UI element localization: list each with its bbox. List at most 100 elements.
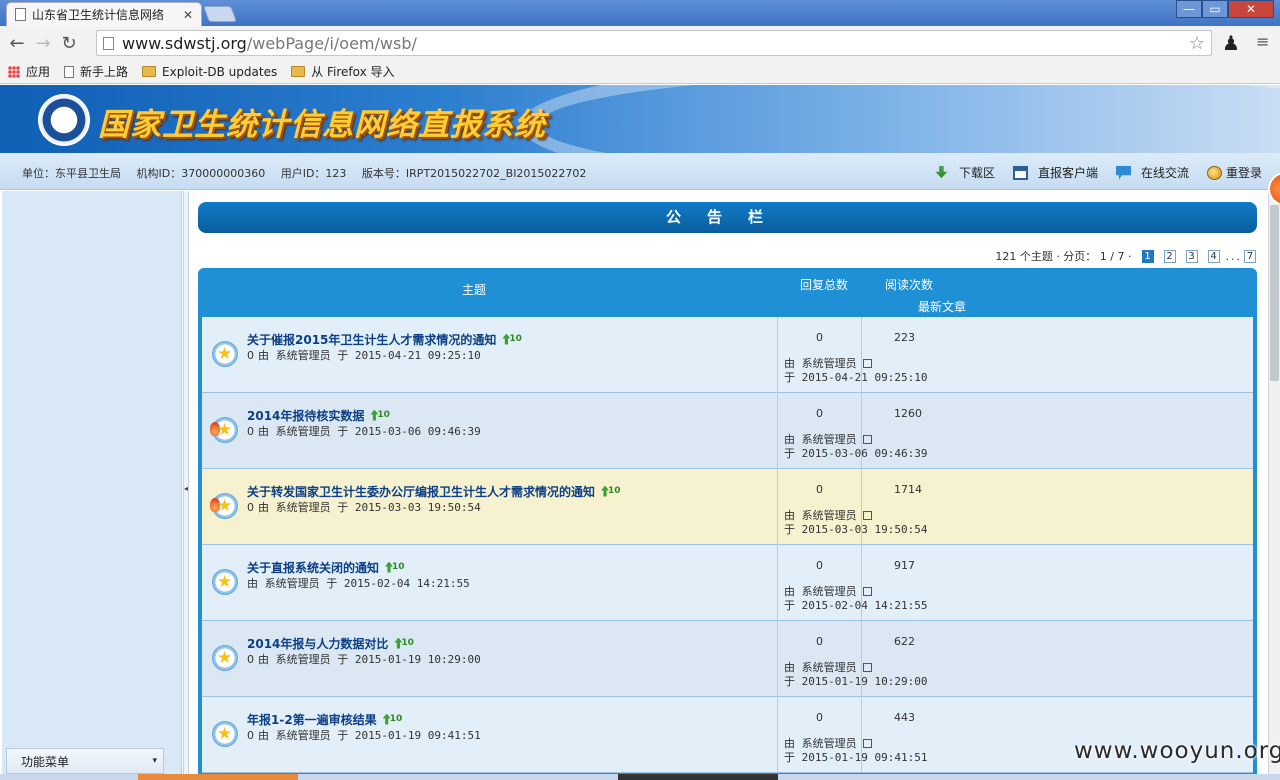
bookmark-firefox-import[interactable]: 从 Firefox 导入	[291, 63, 395, 80]
bookmark-exploit-db[interactable]: Exploit-DB updates	[142, 65, 277, 79]
topic-cell: ★ 年报1-2第一遍审核结果 0 由 系统管理员 于 2015-01-19 09:…	[202, 697, 778, 773]
back-button[interactable]: ←	[4, 33, 30, 54]
latest-author: 由 系统管理员	[784, 661, 857, 674]
pagination: 121 个主题 · 分页： 1 / 7 · 1 2 3 4 ... 7	[995, 248, 1256, 264]
topic-title-link[interactable]: 年报1-2第一遍审核结果	[247, 711, 377, 728]
reply-count: 0	[816, 483, 823, 496]
latest-author: 由 系统管理员	[784, 433, 857, 446]
topic-byline: 由 系统管理员 于 2015-02-04 14:21:55	[247, 575, 470, 591]
attachment-count: 0	[247, 729, 254, 742]
client-link[interactable]: 直报客户端	[1012, 164, 1098, 181]
topic-title-link[interactable]: 2014年报与人力数据对比	[247, 635, 388, 652]
relogin-link[interactable]: 重登录	[1206, 164, 1262, 181]
topic-author-date: 由 系统管理员 于 2015-01-19 09:41:51	[258, 729, 481, 742]
forward-button[interactable]: →	[30, 33, 56, 54]
watermark-text: www.wooyun.org	[1074, 738, 1280, 764]
close-window-button[interactable]: ✕	[1228, 0, 1274, 18]
table-row: ★ 关于直报系统关闭的通知 由 系统管理员 于 2015-02-04 14:21…	[202, 545, 1253, 621]
page-link[interactable]: 2	[1163, 249, 1176, 263]
pager-ellipsis: ...	[1225, 249, 1242, 263]
browser-tab[interactable]: 山东省卫生统计信息网络 ✕	[6, 2, 202, 26]
topic-star-icon: ★	[212, 341, 238, 367]
column-topic: 主题	[462, 283, 487, 297]
window-controls: — ▭ ✕	[1176, 0, 1274, 18]
read-count: 917	[894, 559, 915, 572]
org-id: 机构ID：370000000360	[136, 167, 266, 180]
topic-title-link[interactable]: 关于催报2015年卫生计生人才需求情况的通知	[247, 331, 496, 348]
new-tab-button[interactable]	[203, 6, 237, 22]
topic-byline: 0 由 系统管理员 于 2015-04-21 09:25:10	[247, 347, 481, 363]
goto-latest-icon[interactable]	[862, 587, 872, 596]
goto-latest-icon[interactable]	[862, 511, 872, 520]
goto-latest-icon[interactable]	[862, 663, 872, 672]
header-links: 下载区 直报客户端 在线交流 重登录	[916, 164, 1262, 181]
page-icon	[15, 8, 26, 21]
latest-post: 由 系统管理员于 2015-01-19 10:29:00	[784, 661, 927, 689]
attachment-count: 0	[247, 501, 254, 514]
chat-link[interactable]: 在线交流	[1115, 164, 1189, 181]
address-bar[interactable]: www.sdwstj.org/webPage/i/oem/wsb/ ☆	[96, 30, 1212, 56]
hot-topic-star-icon: ★	[210, 417, 238, 443]
topic-title-line: 年报1-2第一遍审核结果	[247, 711, 402, 728]
topic-title-line: 关于转发国家卫生计生委办公厅编报卫生计生人才需求情况的通知	[247, 483, 621, 500]
hot-topic-star-icon: ★	[210, 493, 238, 519]
sidebar: 功能菜单 ▾	[2, 191, 182, 780]
latest-author: 由 系统管理员	[784, 585, 857, 598]
table-row: ★ 关于转发国家卫生计生委办公厅编报卫生计生人才需求情况的通知 0 由 系统管理员…	[202, 469, 1253, 545]
browser-toolbar: ← → ↻ www.sdwstj.org/webPage/i/oem/wsb/ …	[0, 26, 1280, 60]
topic-title-link[interactable]: 关于转发国家卫生计生委办公厅编报卫生计生人才需求情况的通知	[247, 483, 595, 500]
topic-title-link[interactable]: 关于直报系统关闭的通知	[247, 559, 379, 576]
topic-author-date: 由 系统管理员 于 2015-03-06 09:46:39	[258, 425, 481, 438]
unit-label: 单位：东平县卫生局	[22, 167, 121, 180]
reply-count: 0	[816, 559, 823, 572]
taskbar-item[interactable]	[138, 774, 298, 780]
table-row: ★ 2014年报待核实数据 0 由 系统管理员 于 2015-03-06 09:4…	[202, 393, 1253, 469]
tab-close-icon[interactable]: ✕	[183, 8, 193, 22]
page-link[interactable]: 4	[1207, 249, 1220, 263]
page-link[interactable]: 3	[1185, 249, 1198, 263]
maximize-button[interactable]: ▭	[1202, 0, 1228, 18]
sidebar-splitter[interactable]: ◂	[183, 191, 189, 780]
new-up-arrow-icon	[385, 562, 405, 574]
bookmark-star-icon[interactable]: ☆	[1189, 33, 1205, 54]
topic-title-line: 2014年报待核实数据	[247, 407, 390, 424]
collapse-arrow-icon[interactable]: ◂	[184, 471, 188, 507]
new-up-arrow-icon	[394, 638, 414, 650]
goto-latest-icon[interactable]	[862, 435, 872, 444]
latest-date: 于 2015-04-21 09:25:10	[784, 371, 928, 384]
main-content: 公告栏 121 个主题 · 分页： 1 / 7 · 1 2 3 4 ... 7 …	[190, 191, 1268, 780]
goto-latest-icon[interactable]	[862, 739, 872, 748]
scrollbar-thumb[interactable]	[1270, 205, 1279, 381]
topic-star-icon: ★	[212, 569, 238, 595]
browser-menu-icon[interactable]: ≡	[1256, 32, 1269, 51]
page-link-last[interactable]: 7	[1244, 249, 1256, 263]
column-replies: 回复总数	[800, 278, 849, 292]
document-icon	[64, 65, 75, 78]
system-banner: 国家卫生统计信息网络直报系统	[0, 85, 1280, 153]
attachment-count: 0	[247, 349, 254, 362]
minimize-button[interactable]: —	[1176, 0, 1202, 18]
reload-button[interactable]: ↻	[56, 33, 82, 54]
bookmark-apps[interactable]: 应用	[8, 63, 50, 80]
topic-title-link[interactable]: 2014年报待核实数据	[247, 407, 364, 424]
page-scrollbar[interactable]	[1268, 191, 1280, 780]
goto-latest-icon[interactable]	[862, 359, 872, 368]
banner-decoration	[520, 85, 1280, 153]
pager-summary: 121 个主题 · 分页： 1 / 7 ·	[995, 250, 1132, 263]
extension-chess-icon[interactable]: ♟	[1222, 31, 1240, 55]
bookmark-getting-started[interactable]: 新手上路	[64, 63, 128, 80]
latest-post: 由 系统管理员于 2015-04-21 09:25:10	[784, 357, 927, 385]
topic-byline: 0 由 系统管理员 于 2015-03-03 19:50:54	[247, 499, 481, 515]
download-link[interactable]: 下载区	[934, 164, 995, 181]
browser-titlebar: 山东省卫生统计信息网络 ✕ — ▭ ✕	[0, 0, 1280, 26]
topic-title-line: 关于直报系统关闭的通知	[247, 559, 405, 576]
bookmark-label: Exploit-DB updates	[162, 64, 278, 79]
apps-icon	[8, 65, 20, 78]
topic-author-date: 由 系统管理员 于 2015-03-03 19:50:54	[258, 501, 481, 514]
column-reads: 阅读次数	[885, 278, 934, 292]
taskbar-item[interactable]	[618, 774, 778, 780]
topic-byline: 0 由 系统管理员 于 2015-01-19 09:41:51	[247, 727, 481, 743]
function-menu-header[interactable]: 功能菜单 ▾	[6, 748, 164, 774]
page-link[interactable]: 1	[1141, 249, 1154, 263]
chat-icon	[1115, 165, 1131, 180]
